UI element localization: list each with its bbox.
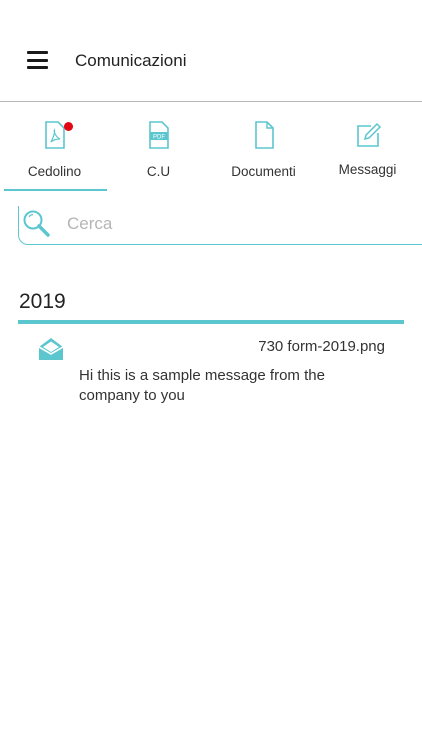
message-preview: Hi this is a sample message from the com…	[79, 367, 325, 404]
edit-message-icon	[356, 122, 381, 147]
tab-documenti[interactable]: Documenti	[211, 103, 316, 189]
search-bar	[18, 206, 422, 245]
message-list-item[interactable]: 730 form-2019.png Hi this is a sample me…	[0, 330, 422, 410]
pdf-file-icon: PDF	[148, 121, 169, 149]
search-input[interactable]	[65, 212, 409, 236]
hamburger-menu-icon[interactable]	[27, 51, 48, 69]
tab-label: Documenti	[231, 164, 296, 179]
attachment-filename: 730 form-2019.png	[258, 338, 385, 355]
app-header: Comunicazioni	[0, 0, 422, 102]
search-icon[interactable]	[21, 208, 51, 238]
year-divider	[18, 320, 404, 324]
tab-label: C.U	[146, 164, 171, 179]
tab-bar: Cedolino PDF C.U Documenti Messaggi	[0, 103, 422, 191]
tab-messaggi[interactable]: Messaggi	[315, 103, 420, 189]
year-heading: 2019	[19, 290, 66, 313]
page-title: Comunicazioni	[75, 51, 187, 70]
svg-text:PDF: PDF	[153, 135, 165, 141]
tab-label: Cedolino	[27, 164, 82, 179]
tab-label: Messaggi	[338, 162, 397, 177]
open-envelope-icon	[38, 338, 64, 360]
notification-badge	[64, 122, 73, 131]
blank-document-icon	[254, 121, 274, 149]
tab-cu[interactable]: PDF C.U	[106, 103, 211, 189]
tab-cedolino[interactable]: Cedolino	[2, 103, 107, 191]
